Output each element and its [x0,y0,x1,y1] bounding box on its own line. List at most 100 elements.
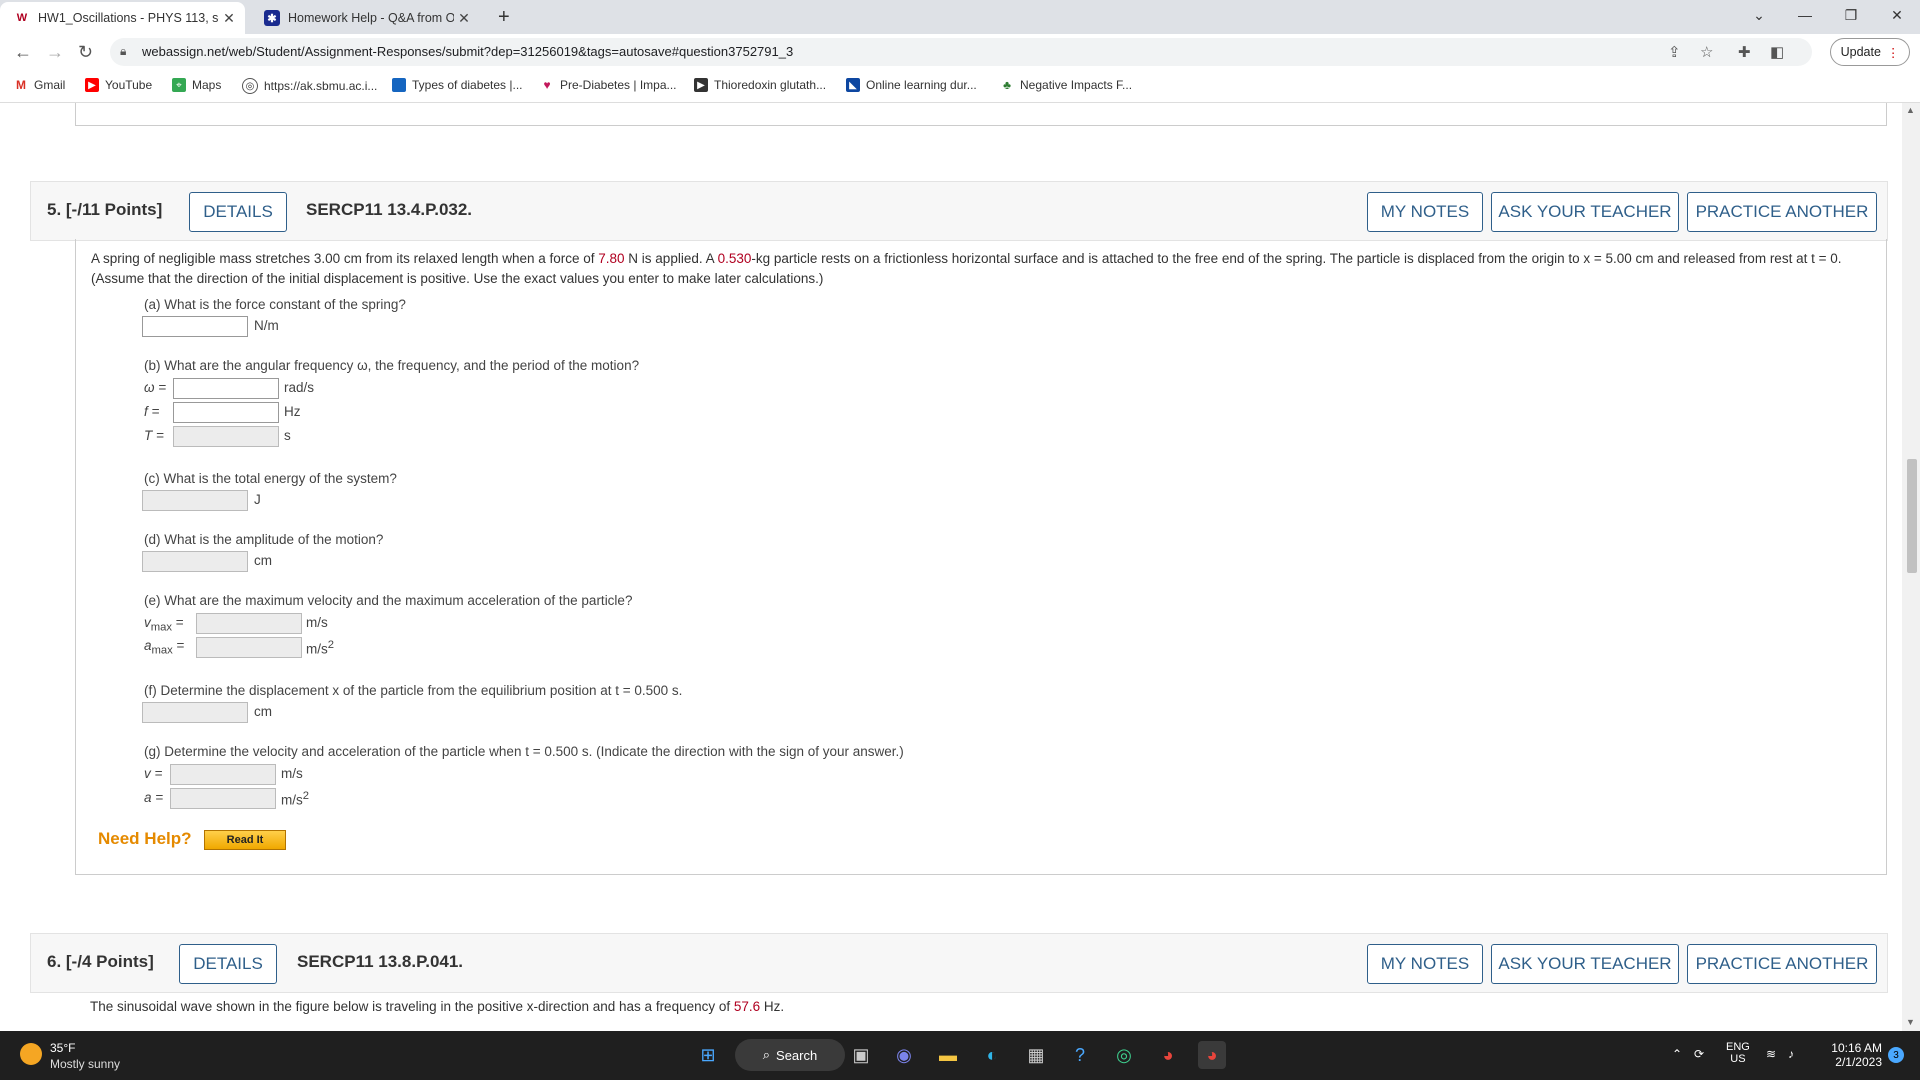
velocity-input[interactable] [170,764,276,785]
close-icon[interactable]: ✕ [219,10,239,27]
wifi-icon[interactable]: ≋ [1766,1047,1776,1061]
practice-another-button[interactable]: PRACTICE ANOTHER [1687,944,1877,984]
star-icon[interactable]: ☆ [1700,43,1713,61]
ask-your-teacher-button[interactable]: ASK YOUR TEACHER [1491,944,1679,984]
displacement-input[interactable] [142,702,248,723]
bookmark-online-learning[interactable]: ◣ Online learning dur... [846,78,977,92]
close-icon[interactable]: ✕ [454,10,474,27]
taskbar: 35°F Mostly sunny ⊞ ⌕ Search ▣ ◉ ▬ ◐ ▦ ?… [0,1031,1920,1080]
frequency-value: 57.6 [733,999,761,1014]
bookmark-label: https://ak.sbmu.ac.i... [264,79,378,93]
update-label: Update [1840,45,1881,59]
practice-another-button[interactable]: PRACTICE ANOTHER [1687,192,1877,232]
webassign-icon: W [16,12,28,24]
amplitude-input[interactable] [142,551,248,572]
side-panel-icon[interactable]: ◧ [1770,43,1784,61]
tray-overflow-icon[interactable]: ⌃ [1672,1047,1682,1061]
details-button[interactable]: DETAILS [179,944,277,984]
equals-sign: = [175,615,184,630]
problem-statement: A spring of negligible mass stretches 3.… [91,249,1871,289]
file-explorer-icon[interactable]: ▬ [934,1041,962,1069]
part-g-question: (g) Determine the velocity and accelerat… [144,744,904,759]
page-scrollbar[interactable]: ▲ ▼ [1902,103,1920,1031]
help-app-icon[interactable]: ? [1066,1041,1094,1069]
part-e-question: (e) What are the maximum velocity and th… [144,593,633,608]
unit-label: rad/s [284,380,315,395]
extensions-icon[interactable]: ✚ [1738,43,1751,61]
frequency-input[interactable] [173,402,279,423]
forward-icon[interactable]: → [46,42,64,63]
scroll-down-icon[interactable]: ▼ [1906,1017,1915,1027]
bookmark-negative-impacts[interactable]: ♣ Negative Impacts F... [1000,78,1132,92]
bookmark-label: Maps [192,78,222,92]
ask-your-teacher-button[interactable]: ASK YOUR TEACHER [1491,192,1679,232]
chrome-icon[interactable]: ◕ [1154,1041,1182,1069]
question-code: SERCP11 13.8.P.041. [297,952,464,971]
edge-icon[interactable]: ◐ [978,1041,1006,1069]
bookmark-types-diabetes[interactable]: Types of diabetes |... [392,78,523,92]
reload-icon[interactable]: ↻ [78,42,93,63]
volume-icon[interactable]: ♪ [1788,1047,1794,1061]
url-text[interactable]: webassign.net/web/Student/Assignment-Res… [142,44,793,59]
bookmark-youtube[interactable]: ▶ YouTube [85,78,152,92]
superscript: 2 [327,639,335,651]
amax-label: amax = [144,638,184,657]
tab-homework-help[interactable]: ✱ Homework Help - Q&A from On ✕ [250,2,480,34]
taskbar-search[interactable]: ⌕ Search [735,1039,845,1071]
angular-frequency-input[interactable] [173,378,279,399]
unit-label: cm [254,704,272,719]
bookmark-sbmu[interactable]: ◎ https://ak.sbmu.ac.i... [242,78,377,94]
address-bar[interactable]: 🔒︎ webassign.net/web/Student/Assignment-… [110,38,1812,66]
bookmark-prediabetes[interactable]: ♥ Pre-Diabetes | Impa... [540,78,676,92]
my-notes-button[interactable]: MY NOTES [1367,192,1483,232]
search-label: Search [776,1047,818,1063]
question-5-header: 5. [-/11 Points] DETAILS SERCP11 13.4.P.… [30,181,1888,241]
tab-hw1[interactable]: W HW1_Oscillations - PHYS 113, se ✕ [0,2,245,34]
network-sync-icon[interactable]: ⟳ [1694,1047,1704,1061]
question-number: 6. [-/4 Points] [47,952,154,971]
details-button[interactable]: DETAILS [189,192,287,232]
total-energy-input[interactable] [142,490,248,511]
update-button[interactable]: Update ⋮ [1830,38,1910,66]
part-c-question: (c) What is the total energy of the syst… [144,471,397,486]
new-tab-icon[interactable]: + [498,6,510,29]
app-icon[interactable]: ◎ [1110,1041,1138,1069]
period-input[interactable] [173,426,279,447]
question-number: 5. [-/11 Points] [47,200,163,219]
teams-icon[interactable]: ◉ [890,1041,918,1069]
notification-badge[interactable]: 3 [1888,1047,1904,1063]
my-notes-button[interactable]: MY NOTES [1367,944,1483,984]
restore-icon[interactable]: ❐ [1828,0,1874,30]
superscript: 2 [302,790,310,802]
question-5-body: A spring of negligible mass stretches 3.… [75,239,1887,875]
store-icon[interactable]: ▦ [1022,1041,1050,1069]
task-view-icon[interactable]: ▣ [847,1041,875,1069]
acceleration-input[interactable] [170,788,276,809]
bookmark-gmail[interactable]: M Gmail [14,78,65,92]
bookmark-thioredoxin[interactable]: ▶ Thioredoxin glutath... [694,78,826,92]
clock[interactable]: 10:16 AM 2/1/2023 [1820,1041,1882,1069]
tree-icon: ♣ [1003,78,1011,92]
mass-value: 0.530 [717,251,752,266]
site-icon [392,78,406,92]
scroll-thumb[interactable] [1907,459,1917,573]
minimize-icon[interactable]: — [1782,0,1828,30]
force-constant-input[interactable] [142,316,248,337]
bookmark-maps[interactable]: ⌖ Maps [172,78,221,92]
temperature[interactable]: 35°F [50,1041,75,1055]
language-indicator[interactable]: ENG US [1726,1041,1750,1065]
chevron-down-icon[interactable]: ⌄ [1736,0,1782,30]
problem-text: The sinusoidal wave shown in the figure … [90,999,734,1014]
chegg-icon: ✱ [264,10,280,26]
max-acceleration-input[interactable] [196,637,302,658]
weather-text[interactable]: Mostly sunny [50,1057,120,1071]
share-icon[interactable]: ⇪ [1668,43,1681,61]
scroll-up-icon[interactable]: ▲ [1906,105,1915,115]
windows-start-icon[interactable]: ⊞ [694,1041,722,1069]
back-icon[interactable]: ← [14,42,32,63]
read-it-button[interactable]: Read It [204,830,286,850]
chrome-active-icon[interactable]: ◕ [1198,1041,1226,1069]
max-velocity-input[interactable] [196,613,302,634]
weather-sun-icon[interactable] [20,1043,42,1065]
close-window-icon[interactable]: ✕ [1874,0,1920,30]
